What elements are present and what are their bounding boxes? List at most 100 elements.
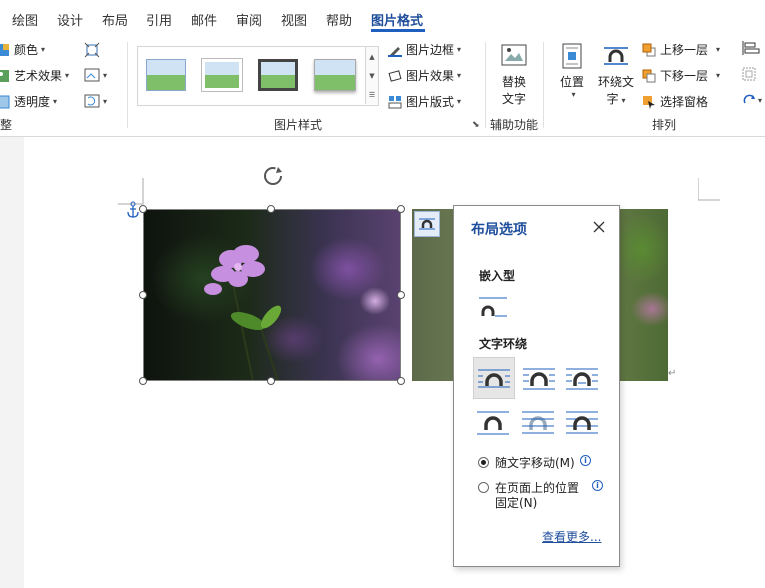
chevron-down-icon: ▾	[571, 90, 576, 99]
tab-layout[interactable]: 布局	[102, 10, 128, 29]
accessibility-group-label: 辅助功能	[490, 118, 539, 132]
resize-handle-n[interactable]	[267, 205, 275, 213]
wrap-top-bottom-icon[interactable]	[475, 407, 511, 439]
send-backward-label: 下移一层	[660, 69, 709, 83]
group-objects-button[interactable]	[742, 67, 765, 84]
group-separator	[485, 42, 486, 128]
picture-border-button[interactable]: 图片边框 ▾	[388, 41, 461, 58]
position-label: 位置	[559, 75, 584, 89]
bring-forward-icon	[642, 43, 656, 56]
color-button[interactable]: 颜色 ▾	[0, 41, 45, 58]
ribbon: 颜色 ▾ 艺术效果 ▾ 透明度 ▾ 整 ▾ ▾ ▲ ▼ ☰ 图片边框 ▾ 图片效果 ▾ 图…	[0, 36, 765, 137]
chevron-down-icon: ▾	[621, 96, 626, 105]
wrap-through-icon[interactable]	[564, 363, 600, 395]
wrap-in-front-of-text-icon[interactable]	[564, 407, 600, 439]
alt-text-line2: 文字	[501, 92, 526, 106]
color-label: 颜色	[14, 43, 39, 57]
wrap-tight-icon[interactable]	[521, 363, 557, 395]
picture-layout-button[interactable]: 图片版式 ▾	[388, 93, 461, 110]
compress-pictures-button[interactable]	[84, 42, 100, 61]
resize-handle-sw[interactable]	[139, 377, 147, 385]
adjust-group-label: 整	[0, 118, 13, 132]
picture-border-label: 图片边框	[406, 43, 455, 57]
bring-forward-button[interactable]: 上移一层 ▾	[642, 41, 720, 58]
artistic-effects-label: 艺术效果	[14, 69, 63, 83]
move-with-text-radio[interactable]	[478, 457, 489, 468]
arrange-group-label: 排列	[652, 118, 677, 132]
tab-help[interactable]: 帮助	[326, 10, 352, 29]
tab-design[interactable]: 设计	[57, 10, 83, 29]
selection-pane-label: 选择窗格	[660, 95, 709, 109]
align-button[interactable]	[742, 41, 765, 58]
tab-references[interactable]: 引用	[146, 10, 172, 29]
chevron-down-icon: ▾	[716, 71, 721, 80]
align-icon	[742, 41, 760, 55]
chevron-down-icon: ▾	[457, 97, 462, 106]
gallery-scroll-up-icon[interactable]: ▲	[365, 47, 378, 66]
wrap-inline-icon[interactable]	[475, 294, 511, 324]
picture-style-thumb[interactable]	[258, 59, 298, 91]
wrap-text-icon	[604, 47, 628, 65]
layout-options-button[interactable]	[414, 211, 440, 237]
wrap-text-line2: 字	[606, 92, 619, 106]
gallery-more-icon[interactable]: ☰	[365, 85, 378, 104]
wrap-text-button[interactable]: 环绕文 字 ▾	[597, 42, 635, 107]
close-icon[interactable]	[593, 221, 605, 233]
wrap-square-option-selected[interactable]	[473, 357, 515, 399]
artistic-effects-button[interactable]: 艺术效果 ▾	[0, 67, 69, 84]
rotate-icon: ▾	[743, 94, 762, 105]
wrap-behind-text-icon[interactable]	[520, 407, 556, 439]
dialog-launcher-icon[interactable]: ⬊	[472, 120, 480, 130]
change-picture-button[interactable]: ▾	[84, 68, 110, 85]
margin-corner-mark	[698, 178, 720, 201]
resize-handle-w[interactable]	[139, 291, 147, 299]
picture-style-thumb[interactable]	[201, 58, 243, 92]
tab-picture-format[interactable]: 图片格式	[371, 10, 423, 29]
chevron-down-icon: ▾	[65, 71, 70, 80]
chevron-down-icon: ▾	[53, 97, 58, 106]
send-backward-button[interactable]: 下移一层 ▾	[642, 67, 720, 84]
resize-handle-ne[interactable]	[397, 205, 405, 213]
alt-text-button[interactable]: 替换 文字	[497, 42, 531, 107]
transparency-button[interactable]: 透明度 ▾	[0, 93, 57, 110]
picture-style-thumb[interactable]	[314, 59, 356, 91]
picture-layout-icon	[388, 95, 402, 108]
info-icon[interactable]: i	[592, 480, 603, 491]
picture-effects-button[interactable]: 图片效果 ▾	[388, 67, 461, 84]
fix-position-radio[interactable]	[478, 482, 489, 493]
picture-effects-icon	[388, 69, 402, 82]
gallery-scroll-down-icon[interactable]: ▼	[365, 66, 378, 85]
tab-view[interactable]: 视图	[281, 10, 307, 29]
transparency-icon	[0, 95, 10, 108]
active-tab-indicator	[371, 29, 425, 32]
info-icon[interactable]: i	[580, 455, 591, 466]
group-separator	[127, 42, 128, 128]
svg-text:▾: ▾	[103, 97, 107, 106]
wrap-text-line1: 环绕文	[597, 75, 634, 89]
picture-style-thumb[interactable]	[146, 59, 186, 91]
popup-title: 布局选项	[471, 222, 527, 238]
chevron-down-icon: ▾	[457, 71, 462, 80]
rotate-button[interactable]: ▾	[742, 93, 765, 110]
selection-pane-button[interactable]: 选择窗格	[642, 93, 708, 110]
resize-handle-se[interactable]	[397, 377, 405, 385]
color-icon	[0, 43, 9, 56]
resize-handle-e[interactable]	[397, 291, 405, 299]
compress-icon	[84, 42, 100, 58]
tab-draw[interactable]: 绘图	[12, 10, 38, 29]
position-icon	[562, 43, 582, 69]
tab-mailings[interactable]: 邮件	[191, 10, 217, 29]
resize-handle-s[interactable]	[267, 377, 275, 385]
chevron-down-icon: ▾	[716, 45, 721, 54]
resize-handle-nw[interactable]	[139, 205, 147, 213]
picture-styles-gallery[interactable]: ▲ ▼ ☰	[137, 46, 379, 106]
rotate-handle-icon[interactable]	[261, 164, 285, 188]
picture-border-icon	[388, 46, 402, 57]
tab-review[interactable]: 审阅	[236, 10, 262, 29]
picture-styles-group-label: 图片样式	[274, 118, 323, 132]
position-button[interactable]: 位置 ▾	[555, 42, 589, 99]
svg-text:▾: ▾	[103, 71, 107, 80]
send-backward-icon	[642, 69, 656, 82]
reset-picture-button[interactable]: ▾	[84, 94, 110, 111]
see-more-link[interactable]: 查看更多...	[542, 528, 601, 545]
